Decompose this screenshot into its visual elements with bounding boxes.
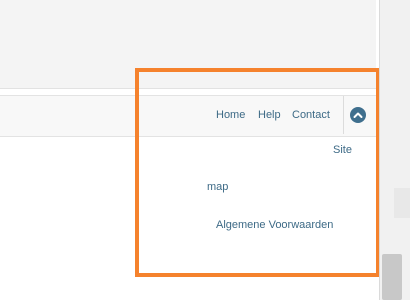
scrollbar-thumb[interactable] (382, 254, 402, 300)
scrollbar-track[interactable] (394, 188, 410, 218)
highlight-box (135, 68, 380, 277)
